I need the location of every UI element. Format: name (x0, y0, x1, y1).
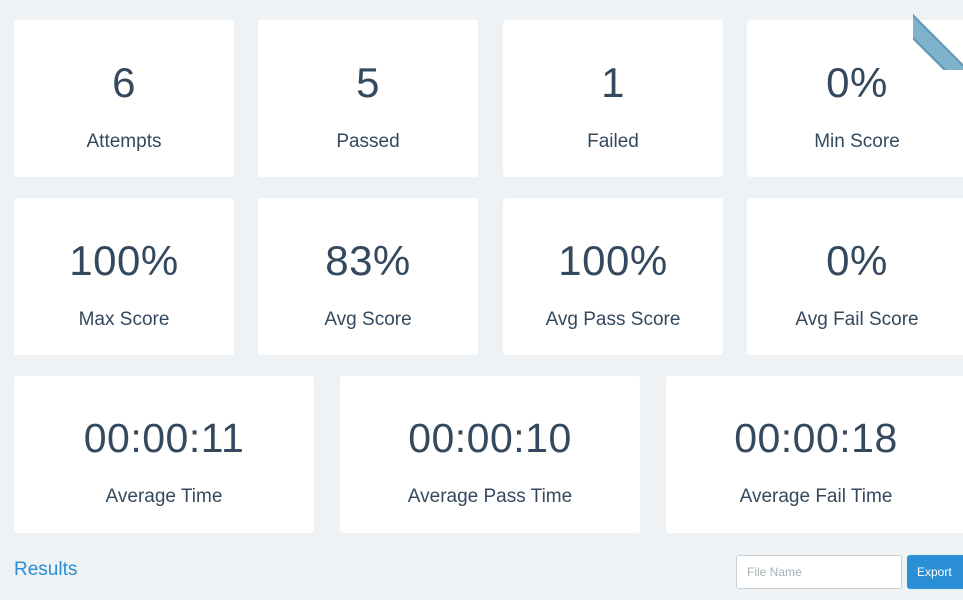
stat-label: Average Time (105, 486, 223, 507)
stat-label: Avg Fail Score (795, 309, 919, 330)
stat-value: 0% (826, 237, 888, 284)
stat-card-min-score: 0% Min Score (747, 20, 963, 177)
stat-value: 00:00:18 (734, 415, 898, 461)
stat-card-average-pass-time: 00:00:10 Average Pass Time (340, 376, 640, 533)
stat-value: 00:00:11 (83, 415, 245, 461)
stat-label: Attempts (86, 131, 162, 152)
stat-card-max-score: 100% Max Score (14, 198, 234, 355)
stat-label: Max Score (78, 309, 170, 330)
stat-value: 83% (325, 237, 411, 284)
stat-value: 00:00:10 (408, 415, 572, 461)
stat-label: Passed (336, 131, 400, 152)
stat-label: Avg Pass Score (545, 309, 681, 330)
stat-label: Average Pass Time (407, 486, 573, 507)
stat-label: Average Fail Time (739, 486, 893, 507)
stat-card-passed: 5 Passed (258, 20, 478, 177)
stat-card-average-time: 00:00:11 Average Time (14, 376, 314, 533)
stat-value: 1 (601, 59, 625, 106)
stat-label: Min Score (814, 131, 900, 152)
stat-card-attempts: 6 Attempts (14, 20, 234, 177)
stat-card-avg-fail-score: 0% Avg Fail Score (747, 198, 963, 355)
stat-label: Failed (587, 131, 639, 152)
stat-value: 100% (558, 237, 668, 284)
stat-card-failed: 1 Failed (503, 20, 723, 177)
stat-value: 6 (112, 59, 136, 106)
stat-value: 100% (69, 237, 179, 284)
stat-card-average-fail-time: 00:00:18 Average Fail Time (666, 376, 963, 533)
results-heading: Results (14, 559, 78, 580)
export-button[interactable]: Export (907, 555, 963, 589)
stat-card-avg-score: 83% Avg Score (258, 198, 478, 355)
stat-value: 5 (356, 59, 380, 106)
stat-value: 0% (826, 59, 888, 106)
file-name-input[interactable] (736, 555, 902, 589)
stat-card-avg-pass-score: 100% Avg Pass Score (503, 198, 723, 355)
stat-label: Avg Score (324, 309, 412, 330)
